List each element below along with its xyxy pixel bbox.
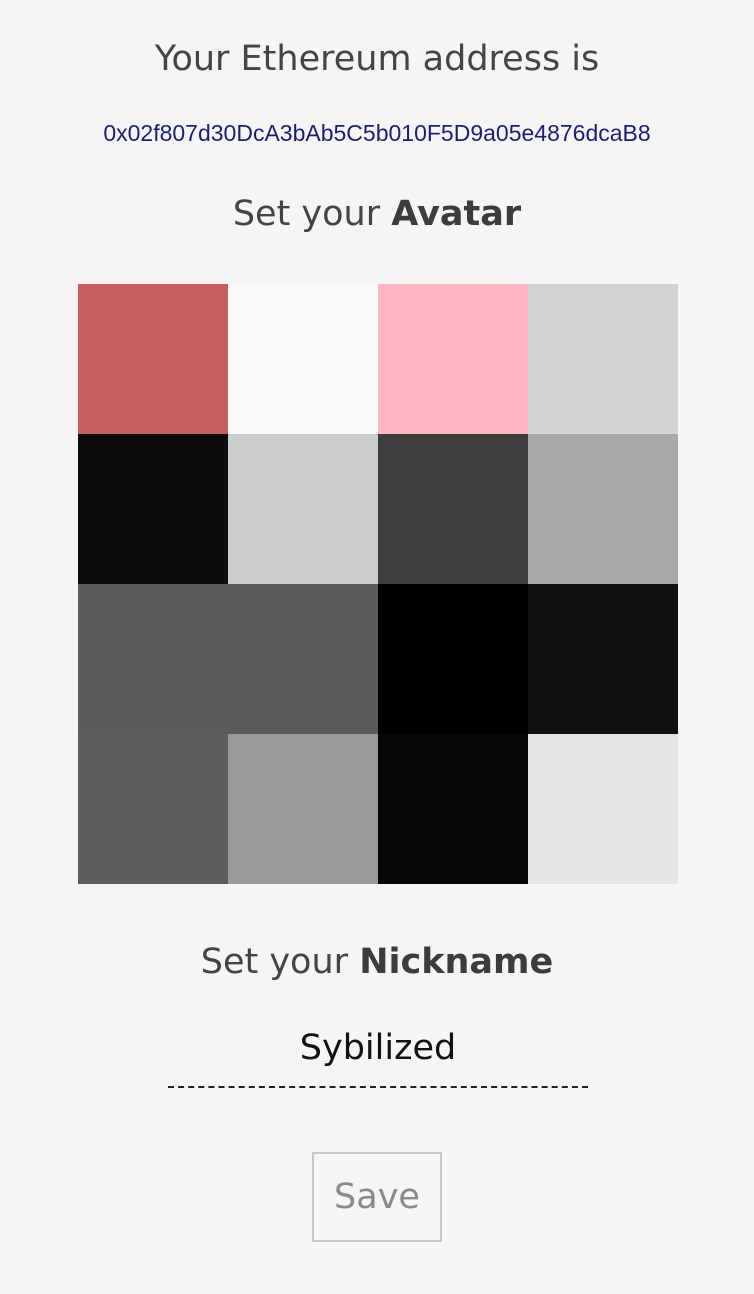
address-heading: Your Ethereum address is [154,39,600,79]
avatar-cell[interactable] [228,734,378,884]
avatar-cell[interactable] [378,734,528,884]
nickname-heading-bold: Nickname [359,942,554,982]
nickname-heading-prefix: Set your [200,942,360,982]
nickname-heading: Set your Nickname [0,939,754,985]
avatar-heading: Set your Avatar [0,191,754,237]
avatar-heading-bold: Avatar [391,194,522,234]
avatar-grid[interactable] [78,284,678,884]
avatar-cell[interactable] [528,434,678,584]
nickname-input[interactable] [168,1018,588,1088]
avatar-cell[interactable] [78,284,228,434]
avatar-cell[interactable] [228,284,378,434]
avatar-cell[interactable] [528,584,678,734]
avatar-cell[interactable] [378,284,528,434]
avatar-heading-prefix: Set your [232,194,392,234]
avatar-cell[interactable] [78,584,228,734]
avatar-cell[interactable] [378,584,528,734]
avatar-cell[interactable] [528,734,678,884]
save-button[interactable]: Save [312,1152,442,1242]
avatar-cell[interactable] [528,284,678,434]
avatar-cell[interactable] [78,434,228,584]
avatar-cell[interactable] [228,434,378,584]
avatar-cell[interactable] [78,734,228,884]
avatar-cell[interactable] [228,584,378,734]
ethereum-address: 0x02f807d30DcA3bAb5C5b010F5D9a05e4876dca… [103,120,651,146]
avatar-cell[interactable] [378,434,528,584]
